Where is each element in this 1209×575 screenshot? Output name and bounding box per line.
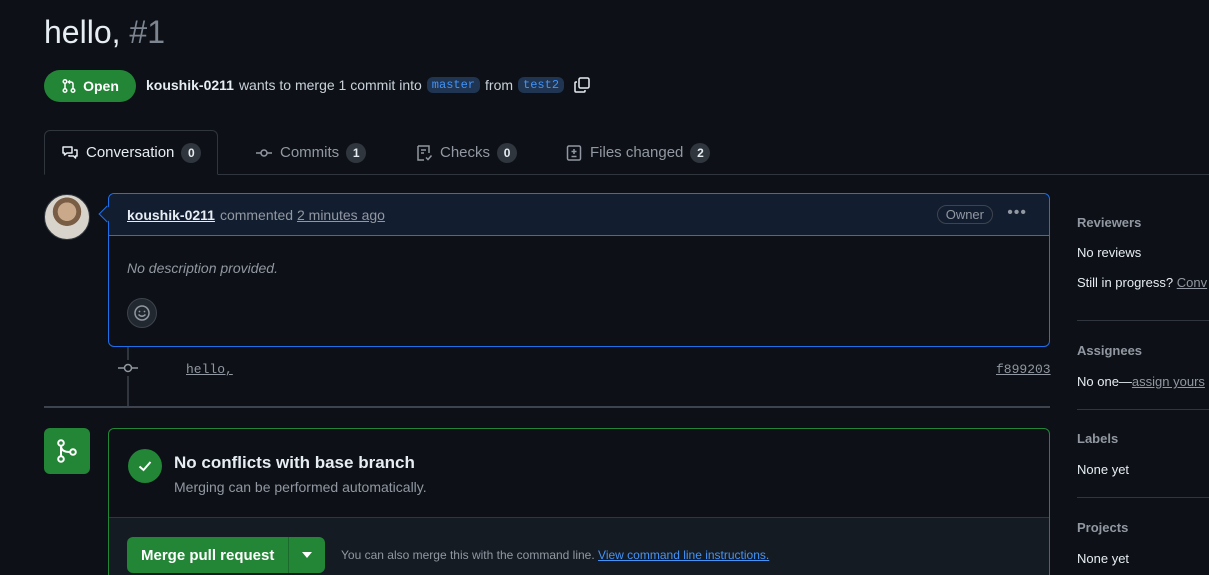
git-commit-icon [256,148,272,157]
tab-counter: 2 [690,142,711,163]
commit-sha-link[interactable]: f899203 [996,362,1051,377]
timeline-divider [44,406,1050,408]
reviewers-heading[interactable]: Reviewers [1077,215,1141,230]
commit-message-link[interactable]: hello, [186,362,233,377]
pr-subtitle: koushik-0211 wants to merge 1 commit int… [146,76,591,94]
check-circle-icon [128,449,162,483]
projects-heading[interactable]: Projects [1077,520,1128,535]
assignees-prefix: No one— [1077,374,1132,389]
assignees-heading[interactable]: Assignees [1077,343,1142,358]
pr-author-link[interactable]: koushik-0211 [146,77,234,93]
pull-request-icon [62,78,76,94]
base-branch[interactable]: master [426,77,481,93]
tab-label: Commits [280,144,340,161]
tab-counter: 0 [497,142,518,163]
owner-badge: Owner [936,205,993,224]
pr-number: #1 [129,14,165,50]
tab-counter: 1 [346,142,367,163]
timeline-line [127,347,129,407]
assignees-value: No one—assign yours [1077,374,1209,389]
merge-status: No conflicts with base branch Merging ca… [109,429,1049,518]
reviewers-progress: Still in progress? Conv [1077,275,1209,290]
merge-method-dropdown[interactable] [289,537,326,573]
status-badge: Open [44,70,136,102]
merge-hint: You can also merge this with the command… [341,548,769,562]
comment-box: koushik-0211 commented 2 minutes ago Own… [108,193,1050,347]
merge-status-icon [44,428,90,474]
page-title: hello, #1 [44,14,165,51]
tab-conversation[interactable]: Conversation 0 [44,130,219,175]
head-branch[interactable]: test2 [518,77,565,93]
merge-button-group: Merge pull request [127,537,326,573]
tab-files-changed[interactable]: Files changed 2 [565,130,711,175]
comment-discussion-icon [62,145,78,159]
merge-hint-text: You can also merge this with the command… [341,548,595,562]
reviewers-value: No reviews [1077,245,1142,260]
projects-value: None yet [1077,551,1130,566]
avatar[interactable] [44,194,90,240]
sidebar-divider [1077,497,1209,498]
smiley-icon [134,305,150,321]
merge-status-subtitle: Merging can be performed automatically. [174,479,427,495]
tab-label: Checks [440,144,491,161]
merge-text-1: wants to merge 1 commit into [238,77,422,93]
file-diff-icon [566,144,582,161]
sidebar-divider [1077,409,1209,410]
pr-title: hello, [44,14,121,50]
git-merge-icon [57,439,77,463]
merge-box: No conflicts with base branch Merging ca… [108,428,1050,575]
merge-text-2: from [485,77,514,93]
comment-header: koushik-0211 commented 2 minutes ago Own… [109,194,1049,236]
status-label: Open [83,78,119,94]
tab-label: Files changed [590,144,684,161]
comment-body: No description provided. [127,260,278,276]
kebab-menu-icon[interactable]: ••• [1007,204,1027,222]
comment-author-link[interactable]: koushik-0211 [127,207,215,223]
labels-value: None yet [1077,462,1130,477]
git-commit-icon [117,360,139,376]
merge-status-title: No conflicts with base branch [174,453,415,472]
copy-icon[interactable] [573,76,591,94]
convert-to-draft-link[interactable]: Conv [1177,275,1207,290]
comment-timestamp[interactable]: 2 minutes ago [297,207,385,223]
checklist-icon [417,144,433,161]
triangle-down-icon [302,552,313,558]
tab-counter: 0 [181,142,202,163]
progress-prefix: Still in progress? [1077,275,1174,290]
tab-label: Conversation [86,144,175,161]
command-line-instructions-link[interactable]: View command line instructions. [598,548,769,562]
comment-action: commented [219,206,294,223]
tab-checks[interactable]: Checks 0 [415,130,518,175]
add-reaction-button[interactable] [127,298,157,328]
sidebar-divider [1077,320,1209,321]
merge-actions: Merge pull request You can also merge th… [109,518,1049,575]
labels-heading[interactable]: Labels [1077,431,1118,446]
tab-commits[interactable]: Commits 1 [255,130,367,175]
comment-meta: commented 2 minutes ago [220,207,385,223]
merge-pull-request-button[interactable]: Merge pull request [127,537,290,573]
assign-yourself-link[interactable]: assign yours [1132,374,1205,389]
